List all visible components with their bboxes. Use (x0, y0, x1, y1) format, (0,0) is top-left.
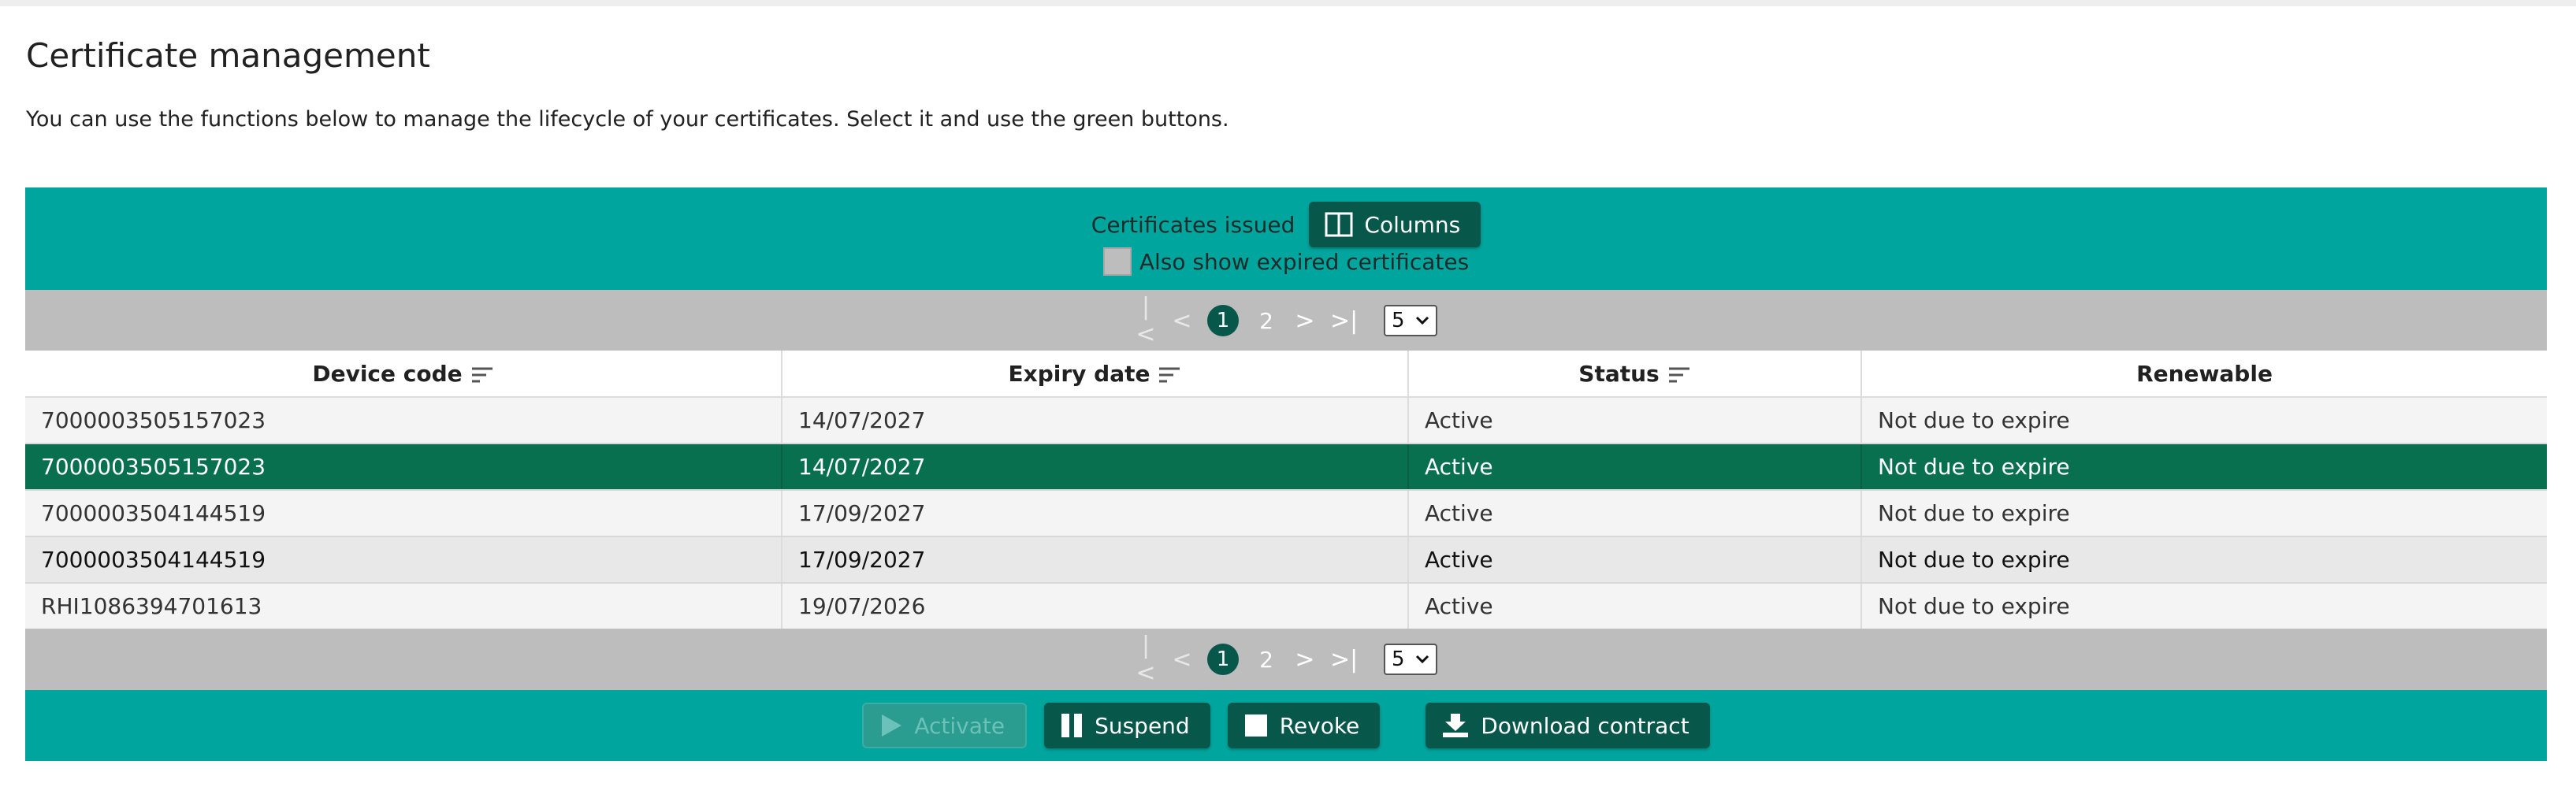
cell-status: Active (1408, 536, 1862, 584)
cell-status: Active (1408, 397, 1862, 444)
last-page-icon[interactable]: >| (1330, 646, 1358, 674)
activate-button[interactable]: Activate (862, 703, 1028, 748)
table-row-selected[interactable]: 7000003505157023 14/07/2027 Active Not d… (25, 443, 2547, 491)
column-header-expiry-date[interactable]: Expiry date (782, 351, 1409, 398)
columns-button-label: Columns (1364, 211, 1461, 238)
page-title: Certificate management (26, 36, 430, 75)
cell-status: Active (1408, 583, 1862, 630)
page-current[interactable]: 1 (1207, 644, 1239, 675)
table-row[interactable]: 7000003505157023 14/07/2027 Active Not d… (25, 397, 2547, 444)
page-subtitle: You can use the functions below to manag… (26, 107, 1229, 132)
page-link[interactable]: 2 (1253, 647, 1280, 673)
pause-icon (1061, 714, 1083, 737)
first-page-icon[interactable]: |< (1135, 293, 1157, 348)
cell-renewable: Not due to expire (1861, 397, 2547, 444)
revoke-button[interactable]: Revoke (1227, 703, 1381, 748)
table-row[interactable]: 7000003504144519 17/09/2027 Active Not d… (25, 536, 2547, 584)
play-icon (882, 714, 902, 737)
revoke-label: Revoke (1279, 712, 1360, 739)
chevron-down-icon (1415, 316, 1429, 325)
prev-page-icon[interactable]: < (1171, 646, 1193, 674)
cell-renewable: Not due to expire (1861, 443, 2547, 491)
cell-expiry-date: 14/07/2027 (782, 397, 1409, 444)
first-page-icon[interactable]: |< (1135, 632, 1157, 687)
last-page-icon[interactable]: >| (1330, 307, 1358, 335)
page-link[interactable]: 2 (1253, 308, 1280, 334)
page-current[interactable]: 1 (1207, 305, 1239, 336)
expired-checkbox[interactable] (1102, 247, 1132, 276)
cell-renewable: Not due to expire (1861, 536, 2547, 584)
download-contract-label: Download contract (1481, 712, 1689, 739)
column-header-status[interactable]: Status (1408, 351, 1862, 398)
chevron-down-icon (1415, 655, 1429, 664)
certificates-panel: Certificates issued Columns Also show ex… (25, 187, 2547, 761)
cell-device-code: RHI1086394701613 (25, 583, 782, 630)
certificates-table: Device code Expiry date Status Renewable… (25, 351, 2547, 630)
download-contract-button[interactable]: Download contract (1426, 703, 1710, 748)
stop-icon (1244, 714, 1267, 737)
table-row[interactable]: RHI1086394701613 19/07/2026 Active Not d… (25, 583, 2547, 630)
page-size-select[interactable]: 5 (1384, 644, 1437, 675)
prev-page-icon[interactable]: < (1171, 307, 1193, 335)
cell-expiry-date: 17/09/2027 (782, 536, 1409, 584)
sort-icon[interactable] (1158, 366, 1181, 384)
expired-checkbox-label[interactable]: Also show expired certificates (1139, 249, 1469, 275)
table-header-bar: Certificates issued Columns Also show ex… (25, 187, 2547, 290)
cell-renewable: Not due to expire (1861, 583, 2547, 630)
cell-device-code: 7000003504144519 (25, 490, 782, 537)
column-header-device-code[interactable]: Device code (25, 351, 782, 398)
sort-icon[interactable] (470, 366, 494, 384)
activate-label: Activate (914, 712, 1005, 739)
page-size-select[interactable]: 5 (1384, 305, 1437, 336)
cell-expiry-date: 17/09/2027 (782, 490, 1409, 537)
cell-expiry-date: 19/07/2026 (782, 583, 1409, 630)
cell-status: Active (1408, 443, 1862, 491)
suspend-button[interactable]: Suspend (1044, 703, 1210, 748)
cell-device-code: 7000003505157023 (25, 397, 782, 444)
cell-device-code: 7000003505157023 (25, 443, 782, 491)
columns-button[interactable]: Columns (1309, 202, 1481, 247)
cell-renewable: Not due to expire (1861, 490, 2547, 537)
download-icon (1443, 714, 1469, 737)
sort-icon[interactable] (1667, 366, 1691, 384)
suspend-label: Suspend (1095, 712, 1190, 739)
top-border (0, 0, 2576, 6)
page-size-value: 5 (1392, 648, 1405, 671)
pager-bottom: |< < 1 2 > >| 5 (25, 629, 2547, 690)
page-size-value: 5 (1392, 309, 1405, 332)
next-page-icon[interactable]: > (1294, 307, 1316, 335)
table-row[interactable]: 7000003504144519 17/09/2027 Active Not d… (25, 490, 2547, 537)
columns-icon (1325, 212, 1353, 237)
cell-device-code: 7000003504144519 (25, 536, 782, 584)
column-header-renewable: Renewable (1861, 351, 2547, 398)
cell-status: Active (1408, 490, 1862, 537)
pager-top: |< < 1 2 > >| 5 (25, 290, 2547, 351)
next-page-icon[interactable]: > (1294, 646, 1316, 674)
table-caption: Certificates issued (1091, 211, 1295, 238)
actions-bar: Activate Suspend Revoke Download contrac… (25, 690, 2547, 761)
cell-expiry-date: 14/07/2027 (782, 443, 1409, 491)
